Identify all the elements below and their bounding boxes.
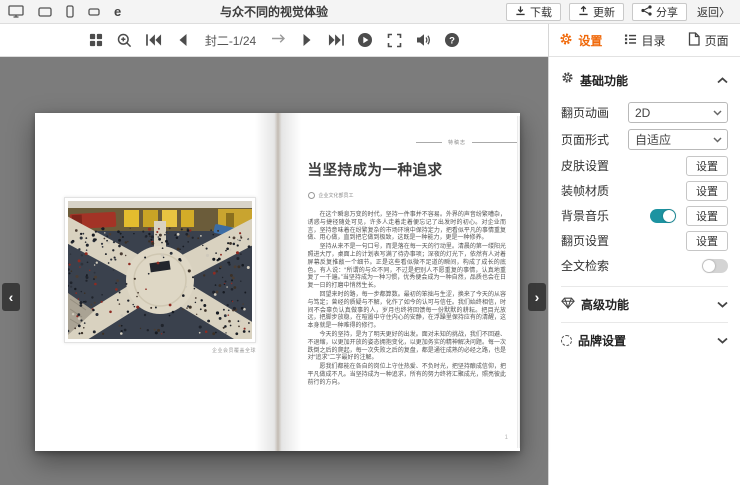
article-paragraph: 在这个瞬息万变的时代，坚持一件事并不容易。外界的声音纷繁嘈杂，诱惑与捷径随处可见… — [308, 212, 507, 243]
mini-icon[interactable] — [88, 8, 100, 16]
gear-icon — [561, 71, 574, 89]
help-button[interactable]: ? — [443, 31, 461, 49]
gear-icon — [559, 32, 573, 49]
page-icon — [688, 32, 700, 49]
flipbook: 企业会员覆盖全球 特稿志 当坚持成为一种追求 — [35, 113, 520, 451]
article-byline: 企业文化部员工 — [308, 192, 507, 199]
page-indicator[interactable]: 封二-1/24 — [203, 32, 258, 49]
browser-e-icon[interactable]: e — [114, 5, 121, 18]
first-page-button[interactable] — [145, 31, 163, 49]
next-page-button[interactable] — [298, 31, 316, 49]
flipbook-editor-app: e 与众不同的视觉体验 下载 更新 — [0, 0, 740, 485]
section-advanced-header[interactable]: 高级功能 — [561, 286, 728, 322]
tagline-rule-left — [416, 142, 442, 143]
goto-arrow-icon — [271, 31, 286, 49]
goto-page-button[interactable] — [269, 31, 287, 49]
settings-panel: 基础功能 翻页动画 2D — [549, 57, 740, 358]
fulltext-search-toggle[interactable] — [702, 259, 728, 273]
plaza-aerial-photo — [68, 201, 252, 339]
desktop-icon[interactable] — [8, 5, 24, 18]
setting-row-fulltext: 全文检索 — [561, 253, 728, 278]
article-title: 当坚持成为一种追求 — [308, 159, 507, 180]
article-body: 在这个瞬息万变的时代，坚持一件事并不容易。外界的声音纷繁嘈杂，诱惑与捷径随处可见… — [308, 212, 507, 388]
upload-icon — [578, 5, 589, 19]
top-actions: 下载 更新 分享 返回〉 — [506, 3, 732, 21]
setting-row-page-mode: 页面形式 自适应 — [561, 126, 728, 153]
photo-caption: 企业会员覆盖全球 — [64, 347, 256, 354]
download-button[interactable]: 下载 — [506, 3, 561, 21]
back-button[interactable]: 返回〉 — [695, 4, 732, 20]
list-icon — [624, 33, 637, 48]
page-left[interactable]: 企业会员覆盖全球 — [35, 113, 278, 451]
article-paragraph: 愿我们都能在各自的岗位上守住热爱、不负时光，把坚持酿成信仰，把平凡做成不凡。当坚… — [308, 364, 507, 387]
column-label: 特稿志 — [448, 139, 466, 146]
autoplay-button[interactable] — [356, 31, 374, 49]
binding-settings-button[interactable]: 设置 — [686, 181, 728, 201]
last-page-button[interactable] — [327, 31, 345, 49]
skin-settings-button[interactable]: 设置 — [686, 156, 728, 176]
thumbnails-button[interactable] — [87, 31, 105, 49]
settings-sidebar: 设置 目录 — [548, 24, 740, 485]
zoom-in-button[interactable] — [116, 31, 134, 49]
page-number: 1 — [505, 435, 508, 441]
svg-text:?: ? — [449, 35, 455, 46]
chevron-down-icon — [717, 337, 728, 344]
chevron-up-icon — [717, 77, 728, 84]
flip-prev-arrow[interactable]: ‹ — [2, 283, 20, 311]
author-icon — [308, 192, 315, 199]
top-bar: e 与众不同的视觉体验 下载 更新 — [0, 0, 740, 24]
chevron-right-icon: 〉 — [719, 4, 730, 20]
article: 特稿志 当坚持成为一种追求 企业文化部员工 在这个瞬息万变的时代，坚持一件事并不… — [308, 139, 507, 441]
article-paragraph: 今天的坚持，是为了明天更好的出发。面对未知的挑战，我们不回避、不退缩，以更加开放… — [308, 332, 507, 363]
flip-next-arrow[interactable]: › — [528, 283, 546, 311]
setting-row-flip-animation: 翻页动画 2D — [561, 99, 728, 126]
article-paragraph: 坚持从来不是一句口号，而是落在每一天的行动里。清晨的第一缕阳光照进大厅，桌面上的… — [308, 244, 507, 291]
device-preview-switcher: e — [8, 5, 121, 18]
tablet-icon[interactable] — [38, 7, 52, 17]
setting-row-flip-settings: 翻页设置 设置 — [561, 228, 728, 253]
download-icon — [515, 5, 526, 19]
viewer-column: 封二-1/24 — [0, 24, 548, 485]
update-button[interactable]: 更新 — [569, 3, 624, 21]
sidebar-tabs: 设置 目录 — [549, 24, 740, 57]
tab-pages[interactable]: 页面 — [676, 24, 740, 56]
article-paragraph: 回望来时的路，每一步都算数。最初的笨拙与生涩，换来了今天的从容与笃定；曾经的质疑… — [308, 292, 507, 331]
page-mode-select[interactable]: 自适应 — [628, 129, 728, 150]
music-toggle[interactable] — [650, 209, 676, 223]
prev-page-button[interactable] — [174, 31, 192, 49]
section-brand-header[interactable]: 品牌设置 — [561, 322, 728, 358]
music-settings-button[interactable]: 设置 — [686, 206, 728, 226]
article-photo: 企业会员覆盖全球 — [64, 197, 256, 354]
brand-icon — [561, 335, 572, 346]
main-area: 封二-1/24 — [0, 24, 740, 485]
column-header: 特稿志 — [308, 139, 521, 146]
flip-animation-select[interactable]: 2D — [628, 102, 728, 123]
setting-row-music: 背景音乐 设置 — [561, 203, 728, 228]
tagline-rule-right — [472, 142, 520, 143]
page-right[interactable]: 特稿志 当坚持成为一种追求 企业文化部员工 在这个瞬息万变的时代，坚持一件事并不… — [278, 113, 521, 451]
flip-settings-button[interactable]: 设置 — [686, 231, 728, 251]
viewer-toolbar: 封二-1/24 — [0, 24, 548, 57]
diamond-icon — [561, 296, 575, 314]
book-stage: 企业会员覆盖全球 特稿志 当坚持成为一种追求 — [0, 57, 548, 485]
section-basic-header[interactable]: 基础功能 — [561, 57, 728, 99]
share-icon — [641, 5, 652, 19]
tab-toc[interactable]: 目录 — [613, 24, 677, 56]
setting-row-binding: 装帧材质 设置 — [561, 178, 728, 203]
phone-icon[interactable] — [66, 5, 74, 18]
tab-settings[interactable]: 设置 — [549, 24, 613, 56]
setting-row-skin: 皮肤设置 设置 — [561, 153, 728, 178]
sound-button[interactable] — [414, 31, 432, 49]
share-button[interactable]: 分享 — [632, 3, 687, 21]
chevron-down-icon — [717, 301, 728, 308]
fullscreen-button[interactable] — [385, 31, 403, 49]
